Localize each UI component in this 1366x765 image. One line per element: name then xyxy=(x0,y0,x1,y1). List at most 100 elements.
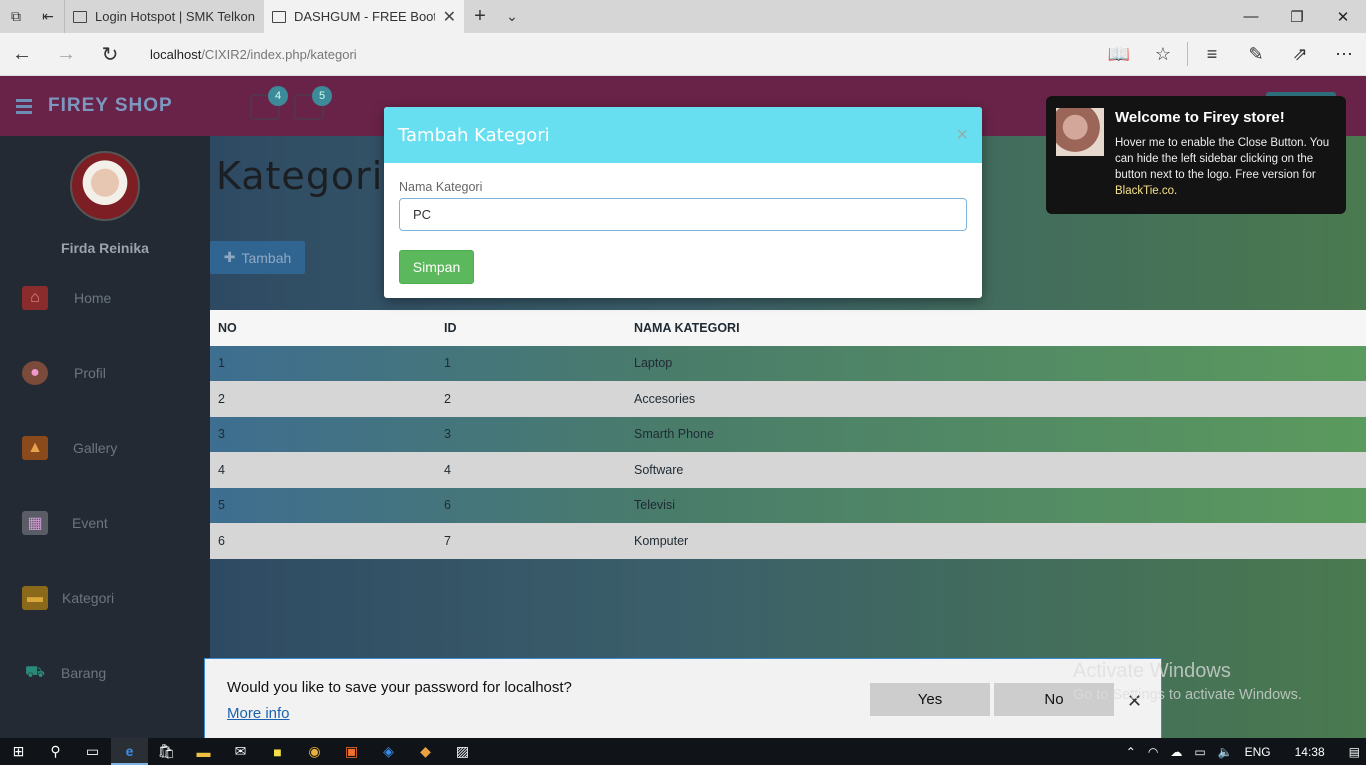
url-path: /CIXIR2/index.php/kategori xyxy=(201,46,357,62)
save-button[interactable]: Simpan xyxy=(399,250,474,284)
language-indicator[interactable]: ENG xyxy=(1239,745,1277,759)
sidebar-item-home[interactable]: ⌂ Home xyxy=(0,278,210,318)
search-icon[interactable]: ⚲ xyxy=(37,738,74,765)
tab-title: DASHGUM - FREE Boots xyxy=(294,9,435,24)
mail-icon[interactable]: ✉ xyxy=(222,738,259,765)
photos-icon[interactable]: ▨ xyxy=(444,738,481,765)
messages-icon[interactable]: 5 xyxy=(294,86,332,120)
sidebar-item-label: Event xyxy=(72,515,108,531)
close-icon[interactable]: × xyxy=(956,124,968,147)
forward-arrow-icon[interactable]: → xyxy=(44,43,88,66)
yes-button[interactable]: Yes xyxy=(870,683,990,716)
table-row: 2 2 Accesories xyxy=(210,381,1366,417)
cell-nama-kategori: Televisi xyxy=(634,498,675,513)
category-name-input[interactable] xyxy=(399,198,967,231)
add-category-button[interactable]: ✚ Tambah xyxy=(210,241,305,274)
cell-nama-kategori: Software xyxy=(634,462,684,477)
battery-icon[interactable]: ▭ xyxy=(1188,745,1211,759)
cell-nama-kategori: Komputer xyxy=(634,533,689,548)
sticky-notes-icon[interactable]: ■ xyxy=(259,738,296,765)
column-header-no: NO xyxy=(218,320,237,335)
notification-body: Hover me to enable the Close Button. You… xyxy=(1115,135,1337,199)
sidebar-item-profil[interactable]: ● Profil xyxy=(0,353,210,393)
page-icon xyxy=(73,10,87,23)
file-explorer-icon[interactable]: ▬ xyxy=(185,738,222,765)
notification-title: Welcome to Firey store! xyxy=(1115,109,1285,126)
welcome-notification[interactable]: Welcome to Firey store! Hover me to enab… xyxy=(1046,96,1346,214)
task-view-icon[interactable]: ▭ xyxy=(74,738,111,765)
restore-icon[interactable]: ❐ xyxy=(1274,0,1320,33)
blacktie-link[interactable]: BlackTie.co xyxy=(1115,185,1174,197)
avatar[interactable] xyxy=(70,151,140,221)
add-category-modal: Tambah Kategori × Nama Kategori Simpan xyxy=(384,107,982,298)
chevron-up-icon[interactable]: ⌃ xyxy=(1120,745,1142,759)
modal-title: Tambah Kategori xyxy=(398,124,550,146)
sidebar-item-gallery[interactable]: ▲ Gallery xyxy=(0,428,210,468)
modal-header: Tambah Kategori × xyxy=(384,107,982,163)
category-table: NO ID NAMA KATEGORI 1 1 Laptop 2 2 Acces… xyxy=(210,310,1366,559)
action-center-icon[interactable]: ▤ xyxy=(1343,745,1366,759)
wifi-icon[interactable]: ◠ xyxy=(1142,745,1164,759)
more-options-icon[interactable]: ⋯ xyxy=(1322,44,1366,65)
browser-tab-bar: ⧉ ⇤ Login Hotspot | SMK Telkon DASHGUM -… xyxy=(0,0,1366,33)
windows-taskbar: ⊞ ⚲ ▭ e 🛍 ▬ ✉ ■ ◉ ▣ ◈ ◆ ▨ ⌃ ◠ ☁ ▭ 🔈 ENG … xyxy=(0,738,1366,765)
sidebar-item-event[interactable]: ▦ Event xyxy=(0,503,210,543)
category-name-label: Nama Kategori xyxy=(399,180,483,194)
web-page: FIREY SHOP 4 5 Firda Reinika ⌂ Home ● Pr… xyxy=(0,76,1366,738)
folder-icon: ▬ xyxy=(22,586,48,610)
git-icon[interactable]: ◆ xyxy=(407,738,444,765)
favorite-star-icon[interactable]: ☆ xyxy=(1141,44,1185,65)
new-tab-icon[interactable]: + xyxy=(464,0,496,33)
chrome-icon[interactable]: ◉ xyxy=(296,738,333,765)
tab-preview-icon[interactable]: ⧉ xyxy=(0,0,32,33)
system-tray: ⌃ ◠ ☁ ▭ 🔈 ENG 14:38 ▤ xyxy=(1120,738,1366,765)
more-info-link[interactable]: More info xyxy=(227,705,290,722)
hub-icon[interactable]: ≡ xyxy=(1190,44,1234,65)
edge-browser-icon[interactable]: e xyxy=(111,738,148,765)
messages-badge: 5 xyxy=(312,86,332,106)
reading-view-icon[interactable]: 📖 xyxy=(1097,44,1141,65)
tab-list-chevron-icon[interactable]: ⌄ xyxy=(496,0,528,33)
store-icon[interactable]: 🛍 xyxy=(148,738,185,765)
sidebar-toggle-icon[interactable] xyxy=(16,98,32,114)
cell-nama-kategori: Laptop xyxy=(634,356,673,371)
clock[interactable]: 14:38 xyxy=(1277,745,1343,759)
sidebar-item-barang[interactable]: ⛟ Barang xyxy=(0,653,210,693)
cell-no: 2 xyxy=(218,391,225,406)
xampp-icon[interactable]: ▣ xyxy=(333,738,370,765)
table-row: 1 1 Laptop xyxy=(210,345,1366,381)
save-password-prompt: Would you like to save your password for… xyxy=(204,658,1162,738)
cloud-icon[interactable]: ☁ xyxy=(1164,745,1188,759)
browser-tab-login-hotspot[interactable]: Login Hotspot | SMK Telkon xyxy=(64,0,264,33)
cell-nama-kategori: Smarth Phone xyxy=(634,427,714,442)
cell-id: 1 xyxy=(444,356,451,371)
browser-tab-dashgum[interactable]: DASHGUM - FREE Boots ✕ xyxy=(264,0,464,33)
url-field[interactable]: localhost/CIXIR2/index.php/kategori xyxy=(150,47,357,62)
add-button-label: Tambah xyxy=(241,249,292,266)
windows-start-icon[interactable]: ⊞ xyxy=(0,738,37,765)
close-tab-icon[interactable]: ✕ xyxy=(443,7,456,27)
minimize-icon[interactable]: — xyxy=(1228,0,1274,33)
volume-icon[interactable]: 🔈 xyxy=(1212,745,1239,759)
table-row: 6 7 Komputer xyxy=(210,523,1366,559)
cell-no: 1 xyxy=(218,356,225,371)
site-logo[interactable]: FIREY SHOP xyxy=(48,95,173,117)
vscode-icon[interactable]: ◈ xyxy=(370,738,407,765)
address-bar: ← → ↻ localhost/CIXIR2/index.php/kategor… xyxy=(0,33,1366,76)
back-arrow-icon[interactable]: ← xyxy=(0,43,44,66)
web-note-icon[interactable]: ✎ xyxy=(1234,44,1278,65)
window-close-icon[interactable]: ✕ xyxy=(1320,0,1366,33)
sidebar-item-label: Barang xyxy=(61,665,107,681)
share-icon[interactable]: ⇗ xyxy=(1278,44,1322,65)
tasks-badge: 4 xyxy=(268,86,288,106)
cell-nama-kategori: Accesories xyxy=(634,391,696,406)
tasks-icon[interactable]: 4 xyxy=(250,86,288,120)
cell-id: 4 xyxy=(444,462,451,477)
sidebar-item-kategori[interactable]: ▬ Kategori xyxy=(0,578,210,618)
activate-windows-watermark: Activate Windows Go to Settings to activ… xyxy=(1073,660,1302,703)
set-aside-tabs-icon[interactable]: ⇤ xyxy=(32,0,64,33)
table-row: 5 6 Televisi xyxy=(210,487,1366,523)
refresh-icon[interactable]: ↻ xyxy=(88,42,132,67)
plus-icon: ✚ xyxy=(223,249,236,265)
page-icon xyxy=(272,10,286,23)
